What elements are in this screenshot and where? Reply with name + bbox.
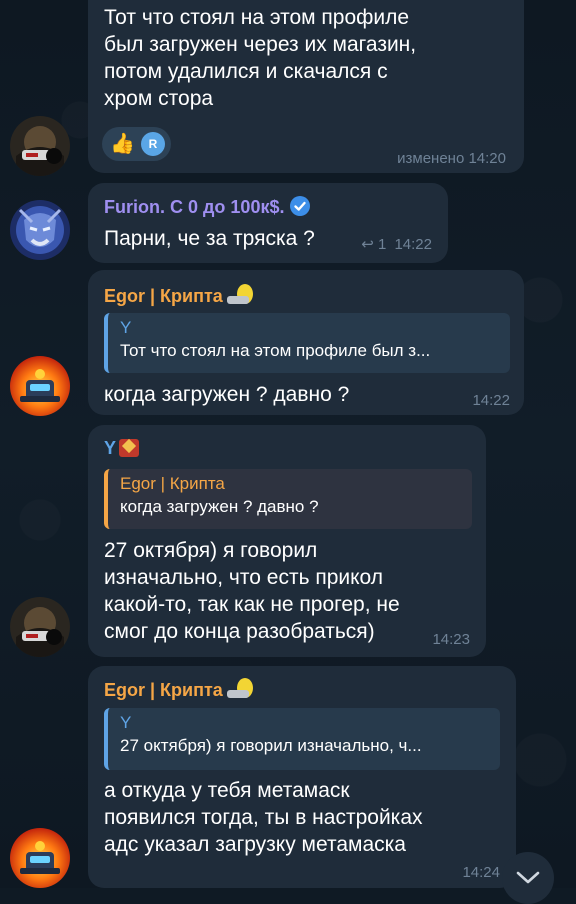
chevron-down-icon xyxy=(516,871,540,884)
message-text: 27 октября) я говорил изначально, что ес… xyxy=(104,539,400,643)
crypto-avatar-image xyxy=(10,828,70,888)
message-text: когда загружен ? давно ? xyxy=(104,383,350,406)
user-avatar[interactable] xyxy=(10,116,70,176)
furion-avatar-image xyxy=(10,200,70,260)
sender-name[interactable]: Egor | Крипта xyxy=(104,678,257,701)
sender-name[interactable]: Y xyxy=(104,437,140,459)
reply-quote[interactable]: Y 27 октября) я говорил изначально, ч... xyxy=(104,708,500,770)
message-text: а откуда у тебя метамаск появился тогда,… xyxy=(104,779,423,856)
quote-text: когда загружен ? давно ? xyxy=(120,497,319,516)
user-avatar[interactable] xyxy=(10,200,70,260)
message-bubble[interactable]: Egor | Крипта Y Тот что стоял на этом пр… xyxy=(88,270,524,415)
reply-quote[interactable]: Egor | Крипта когда загружен ? давно ? xyxy=(104,469,472,529)
sender-name[interactable]: Furion. С 0 до 100к$. xyxy=(104,196,311,218)
sender-name[interactable]: Egor | Крипта xyxy=(104,284,257,307)
message-time: 14:22 xyxy=(472,392,510,409)
quote-text: 27 октября) я говорил изначально, ч... xyxy=(120,736,422,755)
user-avatar[interactable] xyxy=(10,828,70,888)
quote-sender: Y xyxy=(120,318,132,337)
dark-avatar-image xyxy=(10,116,70,176)
user-avatar[interactable] xyxy=(10,356,70,416)
message-text: Парни, че за тряска ? xyxy=(104,227,315,250)
message-meta: ↩ 1 14:22 xyxy=(361,235,432,253)
reply-count[interactable]: 1 xyxy=(378,236,386,253)
quote-sender: Egor | Крипта xyxy=(120,474,225,493)
sender-emoji-icon xyxy=(119,438,140,457)
user-avatar[interactable] xyxy=(10,597,70,657)
thumbs-up-icon: 👍 xyxy=(110,133,135,155)
message-bubble[interactable]: Furion. С 0 до 100к$. Парни, че за тряск… xyxy=(88,183,448,263)
message-edited-time: изменено 14:20 xyxy=(397,150,506,167)
scroll-down-button[interactable] xyxy=(502,852,554,904)
quote-sender: Y xyxy=(120,713,132,732)
reply-quote[interactable]: Y Тот что стоял на этом профиле был з... xyxy=(104,313,510,373)
quote-text: Тот что стоял на этом профиле был з... xyxy=(120,341,431,360)
coin-emoji-icon xyxy=(226,678,257,700)
message-time: 14:24 xyxy=(462,864,500,881)
coin-emoji-icon xyxy=(226,284,257,306)
message-bubble[interactable]: Y Egor | Крипта когда загружен ? давно ?… xyxy=(88,425,486,657)
reaction-chip[interactable]: 👍 R xyxy=(102,127,171,161)
message-bubble[interactable]: Тот что стоял на этом профиле был загруж… xyxy=(88,0,524,173)
dark-avatar-image xyxy=(10,597,70,657)
verified-badge-icon xyxy=(290,196,311,216)
message-time: 14:23 xyxy=(432,631,470,648)
message-text: Тот что стоял на этом профиле был загруж… xyxy=(104,6,417,110)
reactor-avatar: R xyxy=(140,132,165,156)
message-bubble[interactable]: Egor | Крипта Y 27 октября) я говорил из… xyxy=(88,666,516,888)
crypto-avatar-image xyxy=(10,356,70,416)
reply-arrow-icon: ↩ xyxy=(361,236,374,253)
message-time: 14:22 xyxy=(394,236,432,253)
